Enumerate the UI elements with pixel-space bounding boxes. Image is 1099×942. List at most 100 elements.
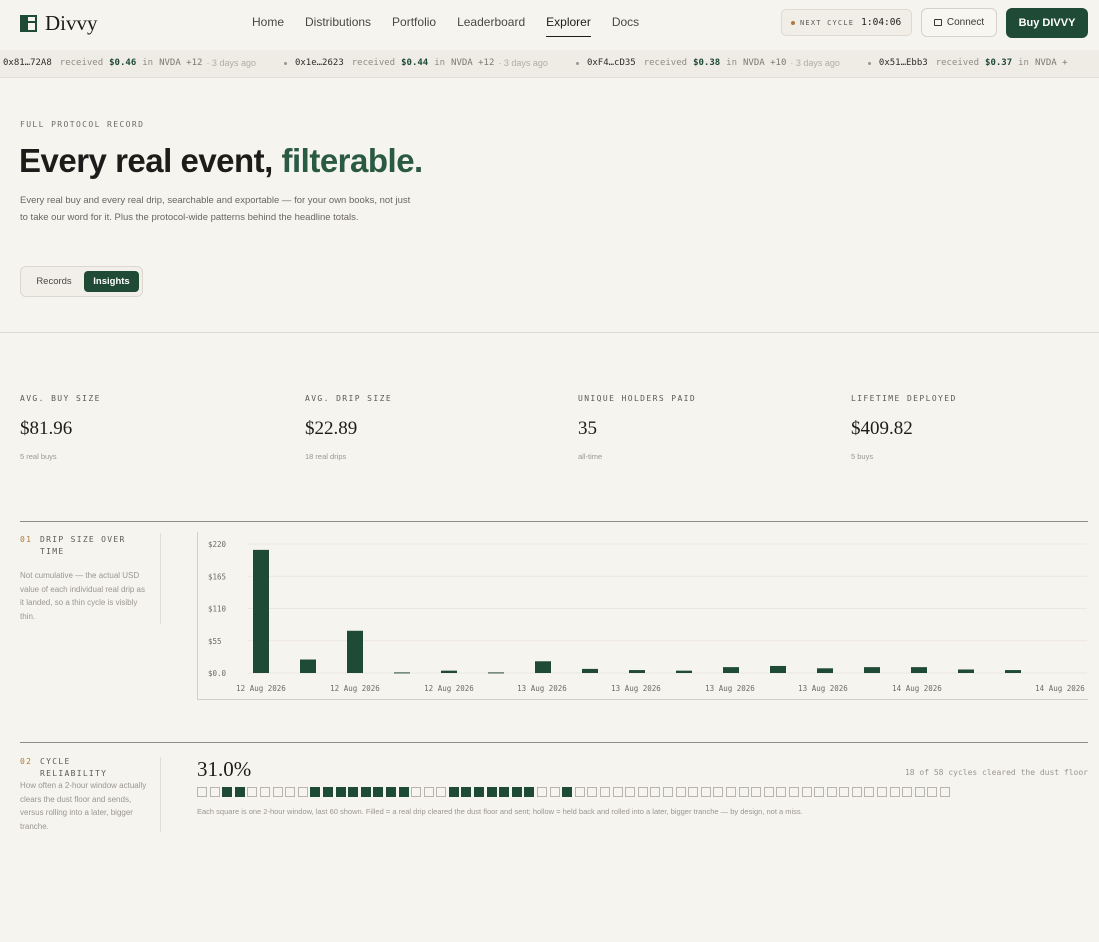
cycle-square-hollow [587, 787, 598, 797]
cycle-square-filled [398, 787, 409, 797]
cycle-square-hollow [738, 787, 749, 797]
stat-sub: 18 real drips [305, 452, 347, 461]
bar [253, 549, 269, 673]
cycles-cleared-text: 18 of 58 cycles cleared the dust floor [904, 768, 1088, 777]
nav-distributions[interactable]: Distributions [305, 15, 371, 37]
stat-label: UNIQUE HOLDERS PAID [578, 394, 697, 403]
cycle-square-hollow [826, 787, 837, 797]
stat-sub: 5 buys [851, 452, 874, 461]
buy-divvy-button[interactable]: Buy DIVVY [1006, 8, 1088, 38]
main-nav: Home Distributions Portfolio Leaderboard… [252, 15, 639, 37]
title-accent: filterable. [281, 142, 424, 179]
stat-label: AVG. BUY SIZE [20, 394, 101, 403]
title-main: Every real event, [19, 142, 282, 179]
cycle-square-hollow [650, 787, 661, 797]
bullet-icon [283, 61, 287, 65]
stat-unique-holders: UNIQUE HOLDERS PAID 35 all-time [578, 394, 696, 461]
section-rule [20, 742, 1088, 743]
section-number: 02 [20, 757, 33, 766]
ticker-time: · 3 days ago [498, 58, 548, 68]
tab-insights[interactable]: Insights [84, 271, 139, 292]
cycle-square-hollow [675, 787, 686, 797]
tab-records[interactable]: Records [25, 271, 83, 292]
stat-avg-drip-size: AVG. DRIP SIZE $22.89 18 real drips [305, 394, 392, 461]
x-tick-label: 13 Aug 2026 [517, 684, 567, 693]
ticker-address: 0x1e…2623 [294, 58, 344, 68]
cycle-square-filled [348, 787, 359, 797]
ticker-verb: received [59, 58, 104, 68]
cycle-square-filled [385, 787, 396, 797]
ticker-verb: received [351, 58, 396, 68]
nav-portfolio[interactable]: Portfolio [392, 15, 436, 37]
cycle-square-grid [197, 787, 951, 797]
nav-leaderboard[interactable]: Leaderboard [457, 15, 525, 37]
ticker-asset: NVDA +12 [451, 58, 495, 68]
section-rule [20, 521, 1088, 522]
next-cycle-indicator: NEXT CYCLE 1:04:06 [781, 9, 912, 36]
stat-lifetime-deployed: LIFETIME DEPLOYED $409.82 5 buys [851, 394, 957, 461]
cycle-square-hollow [700, 787, 711, 797]
cycle-square-filled [486, 787, 497, 797]
cycle-square-hollow [713, 787, 724, 797]
top-header: Divvy Home Distributions Portfolio Leade… [0, 0, 1099, 50]
x-tick-label: 12 Aug 2026 [424, 684, 474, 693]
cycle-square-hollow [247, 787, 258, 797]
cycle-square-filled [310, 787, 321, 797]
y-tick-label: $55 [208, 637, 222, 646]
bullet-icon [575, 61, 579, 65]
ticker-time: · 3 days ago [790, 58, 840, 68]
ticker-amount: $0.38 [693, 58, 721, 68]
ticker-in: in [142, 58, 154, 68]
ticker-item: 0x81…72A8 received $0.46 in NVDA +12 · 3… [0, 58, 256, 68]
wallet-icon [933, 19, 942, 26]
nav-explorer[interactable]: Explorer [546, 15, 591, 37]
reliability-percent: 31.0% [197, 757, 252, 781]
connect-label: Connect [946, 17, 985, 28]
bar [864, 667, 880, 673]
cycle-square-hollow [839, 787, 850, 797]
cycle-square-filled [322, 787, 333, 797]
bar [347, 630, 363, 673]
hero-eyebrow: FULL PROTOCOL RECORD [20, 120, 145, 129]
activity-ticker: 0x81…72A8 received $0.46 in NVDA +12 · 3… [0, 50, 1099, 78]
cycle-square-filled [511, 787, 522, 797]
bar [958, 669, 974, 673]
bar [911, 667, 927, 673]
y-tick-label: $0.0 [208, 669, 227, 678]
cycle-square-hollow [688, 787, 699, 797]
x-tick-label: 13 Aug 2026 [611, 684, 661, 693]
cycle-square-hollow [927, 787, 938, 797]
cycle-square-hollow [851, 787, 862, 797]
nav-docs[interactable]: Docs [612, 15, 639, 37]
cycle-square-hollow [411, 787, 422, 797]
cycle-square-hollow [940, 787, 951, 797]
cycle-square-filled [373, 787, 384, 797]
cycle-square-hollow [864, 787, 875, 797]
cycle-square-hollow [776, 787, 787, 797]
brand-logo[interactable]: Divvy [20, 11, 98, 36]
bar [582, 668, 598, 673]
grid-legend-note: Each square is one 2-hour window, last 6… [197, 807, 803, 816]
cycle-square-hollow [436, 787, 447, 797]
cycle-square-hollow [197, 787, 207, 797]
connect-button[interactable]: Connect [921, 8, 997, 37]
y-tick-label: $110 [208, 605, 227, 614]
section-divider [160, 757, 161, 832]
ticker-amount: $0.37 [985, 58, 1013, 68]
cycle-square-hollow [788, 787, 799, 797]
x-tick-label: 12 Aug 2026 [330, 684, 380, 693]
cycle-square-filled [448, 787, 459, 797]
cycle-square-filled [499, 787, 510, 797]
cycle-square-hollow [285, 787, 296, 797]
hero-description: Every real buy and every real drip, sear… [20, 195, 411, 223]
nav-home[interactable]: Home [252, 15, 284, 37]
x-tick-label: 13 Aug 2026 [798, 684, 848, 693]
reliability-section-heading: 02 CYCLE RELIABILITY [20, 756, 140, 780]
bar [394, 672, 410, 674]
bar [723, 667, 739, 673]
ticker-item: 0xF4…cD35 received $0.38 in NVDA +10 · 3… [575, 58, 840, 68]
x-tick-label: 13 Aug 2026 [705, 684, 755, 693]
ticker-asset: NVDA +12 [159, 58, 203, 68]
cycle-square-filled [234, 787, 245, 797]
cycle-square-filled [335, 787, 346, 797]
